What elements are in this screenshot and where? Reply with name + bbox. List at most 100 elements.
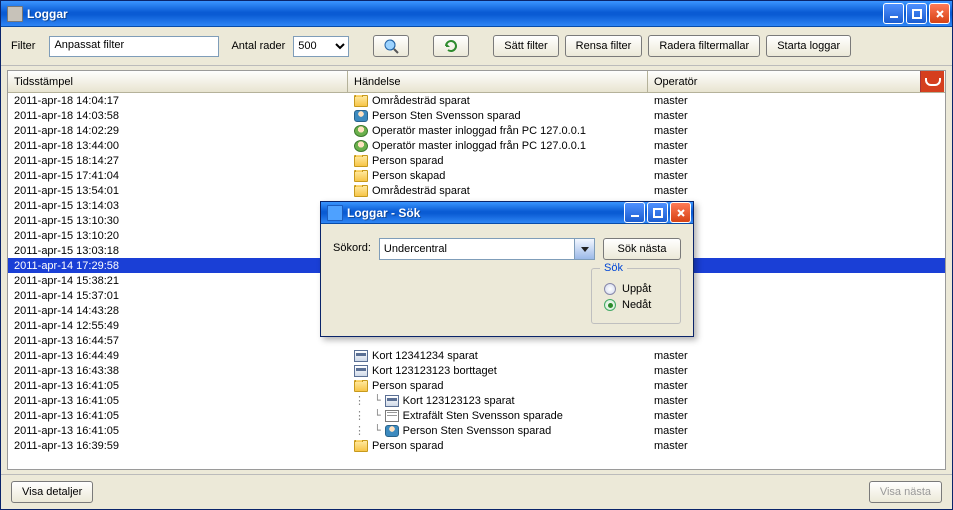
search-dialog[interactable]: Loggar - Sök Sökord: Sök nästa Sök Uppåt <box>320 201 694 337</box>
table-header: Tidsstämpel Händelse Operatör <box>8 71 945 93</box>
event-text: Operatör master inloggad från PC 127.0.0… <box>372 125 586 137</box>
event-text: Person Sten Svensson sparad <box>403 425 552 437</box>
titlebar[interactable]: Loggar <box>1 1 952 27</box>
app-icon <box>7 6 23 22</box>
cell-timestamp: 2011-apr-14 17:29:58 <box>8 260 348 272</box>
cell-event: Person sparad <box>348 380 648 392</box>
window-maximize-button[interactable] <box>906 3 927 24</box>
cell-timestamp: 2011-apr-15 18:14:27 <box>8 155 348 167</box>
cell-timestamp: 2011-apr-14 12:55:49 <box>8 320 348 332</box>
filter-text-input[interactable]: Anpassat filter <box>49 36 219 57</box>
refresh-icon-button[interactable] <box>433 35 469 57</box>
table-row[interactable]: 2011-apr-18 13:44:00 Operatör master inlo… <box>8 138 945 153</box>
cell-timestamp: 2011-apr-18 13:44:00 <box>8 140 348 152</box>
cell-event: Kort 12341234 sparat <box>348 350 648 362</box>
cell-timestamp: 2011-apr-15 13:03:18 <box>8 245 348 257</box>
table-row[interactable]: 2011-apr-13 16:43:38 Kort 123123123 bortt… <box>8 363 945 378</box>
footer-bar: Visa detaljer Visa nästa <box>1 474 952 509</box>
user-icon <box>354 125 368 137</box>
rowcount-select[interactable]: 500 <box>293 36 349 57</box>
radio-up[interactable] <box>604 283 616 295</box>
table-row[interactable]: 2011-apr-18 14:02:29 Operatör master inlo… <box>8 123 945 138</box>
table-row[interactable]: 2011-apr-13 16:39:59Person sparadmaster <box>8 438 945 453</box>
cell-timestamp: 2011-apr-13 16:44:49 <box>8 350 348 362</box>
cell-operator: master <box>648 170 920 182</box>
radio-up-row[interactable]: Uppåt <box>604 283 668 295</box>
column-header-event[interactable]: Händelse <box>348 71 648 92</box>
cell-event: ⋮└Extrafält Sten Svensson sparade <box>348 409 648 422</box>
search-keyword-combo[interactable] <box>379 238 595 260</box>
cell-event: Kort 123123123 borttaget <box>348 365 648 377</box>
cell-timestamp: 2011-apr-15 13:54:01 <box>8 185 348 197</box>
show-details-button[interactable]: Visa detaljer <box>11 481 93 503</box>
card-icon <box>354 350 368 362</box>
rowcount-label: Antal rader <box>231 40 285 52</box>
table-row[interactable]: 2011-apr-13 16:41:05⋮└Extrafält Sten Sve… <box>8 408 945 423</box>
table-row[interactable]: 2011-apr-13 16:44:49 Kort 12341234 sparat… <box>8 348 945 363</box>
delete-filter-templates-button[interactable]: Radera filtermallar <box>648 35 760 57</box>
cell-event: ⋮└Person Sten Svensson sparad <box>348 424 648 437</box>
dialog-close-button[interactable] <box>670 202 691 223</box>
event-text: Person sparad <box>372 440 444 452</box>
search-keyword-input[interactable] <box>380 239 574 259</box>
window-close-button[interactable] <box>929 3 950 24</box>
event-text: Kort 12341234 sparat <box>372 350 478 362</box>
cell-timestamp: 2011-apr-18 14:04:17 <box>8 95 348 107</box>
folder-icon <box>354 155 368 167</box>
user-icon <box>354 140 368 152</box>
cell-event: Person sparad <box>348 440 648 452</box>
radio-down-label: Nedåt <box>622 299 651 311</box>
dialog-minimize-button[interactable] <box>624 202 645 223</box>
column-header-operator[interactable]: Operatör <box>648 71 920 92</box>
cell-timestamp: 2011-apr-14 15:38:21 <box>8 275 348 287</box>
dialog-maximize-button[interactable] <box>647 202 668 223</box>
clear-filter-button[interactable]: Rensa filter <box>565 35 643 57</box>
event-text: Extrafält Sten Svensson sparade <box>403 410 563 422</box>
chevron-down-icon[interactable] <box>574 239 594 259</box>
cell-operator: master <box>648 410 920 422</box>
cell-event: Områdesträd sparat <box>348 95 648 107</box>
table-row[interactable]: 2011-apr-15 18:14:27Person sparadmaster <box>8 153 945 168</box>
set-filter-button[interactable]: Sätt filter <box>493 35 558 57</box>
folder-icon <box>354 440 368 452</box>
search-keyword-label: Sökord: <box>333 238 371 254</box>
card-icon <box>385 395 399 407</box>
folder-icon <box>354 95 368 107</box>
cell-timestamp: 2011-apr-15 13:10:30 <box>8 215 348 227</box>
cell-timestamp: 2011-apr-18 14:02:29 <box>8 125 348 137</box>
cell-operator: master <box>648 365 920 377</box>
table-row[interactable]: 2011-apr-18 14:03:58Person Sten Svensson… <box>8 108 945 123</box>
radio-down[interactable] <box>604 299 616 311</box>
cell-operator: master <box>648 380 920 392</box>
table-row[interactable]: 2011-apr-15 13:54:01Områdesträd sparatma… <box>8 183 945 198</box>
dialog-titlebar[interactable]: Loggar - Sök <box>321 202 693 224</box>
cell-operator: master <box>648 395 920 407</box>
column-header-end-icon[interactable] <box>920 71 944 92</box>
cell-operator: master <box>648 350 920 362</box>
table-row[interactable]: 2011-apr-13 16:41:05Person sparadmaster <box>8 378 945 393</box>
event-text: Områdesträd sparat <box>372 95 470 107</box>
cell-timestamp: 2011-apr-15 13:14:03 <box>8 200 348 212</box>
table-row[interactable]: 2011-apr-13 16:41:05⋮└Person Sten Svenss… <box>8 423 945 438</box>
person-icon <box>354 110 368 122</box>
start-logs-button[interactable]: Starta loggar <box>766 35 851 57</box>
table-row[interactable]: 2011-apr-15 17:41:04Person skapadmaster <box>8 168 945 183</box>
cell-event: Områdesträd sparat <box>348 185 648 197</box>
cell-timestamp: 2011-apr-13 16:43:38 <box>8 365 348 377</box>
event-text: Operatör master inloggad från PC 127.0.0… <box>372 140 586 152</box>
cell-timestamp: 2011-apr-15 13:10:20 <box>8 230 348 242</box>
search-next-button[interactable]: Sök nästa <box>603 238 681 260</box>
column-header-timestamp[interactable]: Tidsstämpel <box>8 71 348 92</box>
radio-down-row[interactable]: Nedåt <box>604 299 668 311</box>
folder-icon <box>354 185 368 197</box>
show-next-button[interactable]: Visa nästa <box>869 481 942 503</box>
group-legend: Sök <box>600 262 627 274</box>
cell-timestamp: 2011-apr-13 16:41:05 <box>8 380 348 392</box>
search-icon-button[interactable] <box>373 35 409 57</box>
event-text: Kort 123123123 borttaget <box>372 365 497 377</box>
table-row[interactable]: 2011-apr-13 16:41:05⋮└Kort 123123123 spa… <box>8 393 945 408</box>
cell-timestamp: 2011-apr-13 16:41:05 <box>8 410 348 422</box>
cell-timestamp: 2011-apr-18 14:03:58 <box>8 110 348 122</box>
table-row[interactable]: 2011-apr-18 14:04:17Områdesträd sparatma… <box>8 93 945 108</box>
window-minimize-button[interactable] <box>883 3 904 24</box>
